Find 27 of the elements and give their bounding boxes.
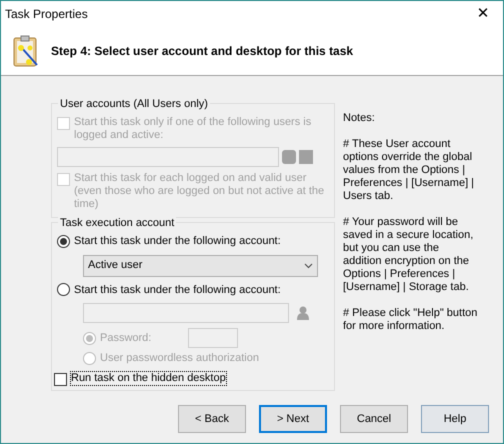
- radio-label: Password:: [100, 330, 152, 346]
- group-legend: User accounts (All Users only): [58, 96, 210, 112]
- radio-label: Start this task under the following account:: [74, 282, 281, 298]
- close-button[interactable]: ✕: [463, 1, 503, 26]
- radio-label: User passwordless authorization: [100, 351, 259, 366]
- note-text: # Please click "Help" button for more information.: [343, 307, 478, 333]
- checkbox-label: Start this task only if one of the following users is logged and active:: [74, 116, 312, 142]
- note-text: # Your password will be saved in a secure location, but you can use the addition encryption on the Options | Preferences | [Username] | Storage tab.: [343, 216, 474, 294]
- radio-button[interactable]: [57, 283, 70, 296]
- account-dropdown[interactable]: Active user: [83, 254, 318, 276]
- notes-title: Notes:: [343, 112, 376, 125]
- checkbox-label: Run task on the hidden desktop: [71, 372, 226, 384]
- dialog-button[interactable]: < Back: [178, 405, 246, 433]
- user-icon[interactable]: [297, 306, 309, 320]
- dialog-button[interactable]: Help: [421, 405, 489, 433]
- clear-icon[interactable]: [299, 150, 313, 164]
- checkbox[interactable]: [54, 372, 67, 386]
- radio-label: Start this task under the following account:: [74, 234, 281, 249]
- note-text: # These User account options override the global values from the Options | Preferences | [Username] | Users tab.: [343, 138, 476, 203]
- chevron-down-icon: [304, 262, 313, 268]
- step-title: Step 4: Select user account and desktop for this task: [51, 42, 354, 60]
- window-title: Task Properties: [5, 6, 88, 22]
- dialog-button[interactable]: > Next: [259, 405, 327, 433]
- checkbox-label: Start this task for each logged on and valid user (even those who are logged on but not active at the time): [74, 172, 326, 211]
- radio-button[interactable]: [57, 234, 70, 248]
- dialog-button[interactable]: Cancel: [340, 405, 408, 433]
- browse-icon[interactable]: [282, 150, 296, 164]
